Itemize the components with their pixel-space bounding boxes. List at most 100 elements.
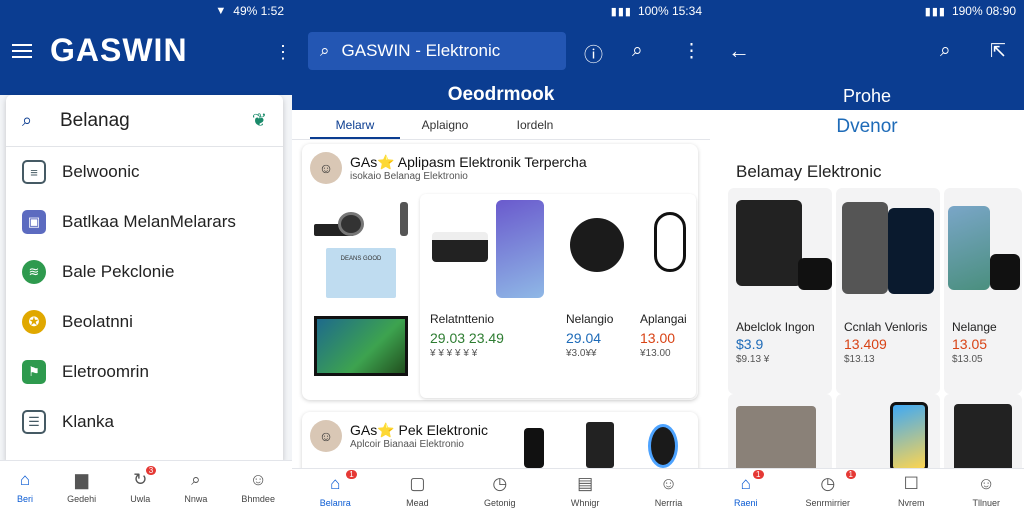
notification-badge: 1 [753, 469, 764, 479]
page-title: Prohe [842, 86, 892, 106]
nav-label: Getonig [483, 497, 516, 508]
spotify-icon: ≋ [22, 260, 46, 284]
product-card-5[interactable] [836, 394, 940, 474]
drawer-item-3[interactable]: ≋ Bale Pekclonie [6, 247, 283, 297]
product-item-3[interactable]: Aplangai 13.00 ¥13.00 [640, 312, 700, 359]
status-bar: ▼ 49% 1:52 [0, 0, 292, 22]
nav-clock[interactable]: ◷ 1 Senrmirrier [805, 469, 856, 508]
badge-icon: ✪ [22, 310, 46, 334]
product-price: 29.03 23.49 [430, 330, 504, 346]
product-card-6[interactable] [944, 394, 1022, 474]
nav-tablet[interactable]: ▢ Mead [406, 474, 429, 508]
camera-icon [314, 202, 409, 238]
nav-profile[interactable]: ☺ Bhmdee [241, 470, 275, 504]
store-card[interactable]: ☺ GAs⭐ Aplipasm Elektronik Terpercha iso… [302, 144, 698, 400]
product-price: $3.9 [736, 336, 764, 352]
nav-label: Beri [17, 493, 34, 504]
signal-icon: ▮▮▮ [610, 5, 632, 18]
search-icon: ⌕ [320, 41, 330, 60]
nav-home[interactable]: ⌂ Beri [17, 470, 33, 504]
back-arrow-icon[interactable]: ← [728, 38, 750, 64]
nav-profile[interactable]: ☺ Tllnuer [972, 474, 1000, 508]
home-icon: ⌂ [740, 473, 751, 493]
store-feed-screen: ▮▮▮ 100% 15:34 ⌕ GASWIN - Elektronic ⓘ ⌕ … [292, 0, 710, 512]
app-brand: GASWIN [50, 32, 188, 68]
search-text: GASWIN - Elektronic [341, 41, 501, 60]
search-icon[interactable]: ⌕ [940, 40, 951, 62]
share-icon[interactable]: ⇱ [990, 40, 1006, 63]
product-card-1[interactable]: Abelclok Ingon $3.9 $9.13 ¥ [728, 188, 832, 394]
user-icon: ☺ [977, 473, 995, 493]
nav-book[interactable]: ▤ Whnigr [571, 474, 600, 508]
phone-icon [842, 202, 888, 294]
more-options-icon[interactable]: ⋮ [682, 40, 701, 63]
phone-icon [890, 402, 928, 472]
menu-icon[interactable] [12, 44, 32, 58]
product-old-price: $13.05 [952, 354, 983, 365]
search-icon[interactable]: ⌕ [632, 40, 643, 62]
nav-refresh[interactable]: ↻ 3 Uwla [130, 465, 157, 504]
home-icon: ⌂ [19, 469, 31, 489]
list-icon: ☰ [22, 410, 46, 434]
product-item-1[interactable]: Relatnttenio 29.03 23.49 ¥ ¥ ¥ ¥ ¥ ¥ [430, 312, 522, 359]
avatar[interactable]: ☺ [310, 420, 342, 452]
tab-1[interactable]: Melarw [310, 110, 400, 139]
status-text: 49% 1:52 [233, 4, 284, 18]
app-bar: ▮▮▮ 100% 15:34 ⌕ GASWIN - Elektronic ⓘ ⌕ … [292, 0, 710, 110]
refresh-icon: ↻ [133, 469, 148, 489]
bag-icon: ▆ [75, 469, 89, 489]
phone-icon [496, 200, 544, 298]
nav-search[interactable]: ⌕ Nnwa [184, 470, 207, 504]
bottom-nav: ⌂ 1 Belanra ▢ Mead ◷ Getonig ▤ Whnigr ☺ Nerrri… [292, 468, 710, 512]
avatar[interactable]: ☺ [310, 152, 342, 184]
drawer-item-1[interactable]: ≡ Belwoonic [6, 147, 283, 197]
status-text: 100% 15:34 [637, 4, 702, 18]
phone-icon [888, 208, 934, 294]
smart-speaker-icon [736, 200, 802, 286]
product-name: Aplangai [640, 312, 687, 326]
tab-3[interactable]: Iordeln [490, 110, 580, 139]
phone-icon [948, 206, 990, 290]
camera-lens-icon [648, 424, 678, 468]
product-price: 13.05 [952, 336, 988, 352]
status-text: 190% 08:90 [951, 4, 1016, 18]
tab-2[interactable]: Aplaigno [400, 110, 490, 139]
tab-bar: Melarw Aplaigno Iordeln [292, 110, 710, 140]
info-icon[interactable]: ⓘ [584, 40, 603, 67]
drawer-item-6[interactable]: ☰ Klanka [6, 397, 283, 447]
drawer-item-label: Batlkaa MelanMelarars [62, 212, 236, 231]
nav-profile[interactable]: ☺ Nerrria [655, 474, 683, 508]
clock-icon: ◷ [492, 473, 508, 493]
drawer-item-label: Eletroomrin [62, 362, 149, 381]
product-row: Relatnttenio 29.03 23.49 ¥ ¥ ¥ ¥ ¥ ¥ Nel… [420, 194, 696, 398]
featured-products[interactable]: DEANS GOOD [306, 194, 416, 398]
drawer-item-2[interactable]: ▣ Batlkaa MelanMelarars [6, 197, 283, 247]
camera-icon [990, 254, 1020, 290]
search-icon: ⌕ [22, 110, 33, 130]
nav-bag[interactable]: ▆ Gedehi [67, 470, 96, 504]
router-icon [432, 232, 488, 262]
nav-label: Mead [406, 497, 429, 508]
speaker-icon [570, 218, 624, 272]
user-icon: ☺ [249, 469, 267, 489]
leaf-icon[interactable]: ❦ [252, 110, 267, 131]
nav-clock[interactable]: ◷ Getonig [484, 474, 516, 508]
nav-home[interactable]: ⌂ 1 Belanra [320, 469, 357, 508]
nav-label: Nerrria [654, 497, 683, 508]
status-bar: ▮▮▮ 100% 15:34 [292, 0, 710, 22]
card-header: ☺ GAs⭐ Pek Elektronic Aplcoir Bianaai El… [302, 412, 698, 460]
drawer-item-5[interactable]: ⚑ Eletroomrin [6, 347, 283, 397]
nav-chat[interactable]: ☐ Nvrem [898, 474, 925, 508]
product-list-screen: ▮▮▮ 190% 08:90 ← ⌕ ⇱ Prohe Dvenor Belamay… [710, 0, 1024, 512]
product-card-4[interactable] [728, 394, 832, 474]
navigation-drawer: ⌕ Belanag ❦ ≡ Belwoonic ▣ Batlkaa MelanMel… [6, 95, 283, 461]
camera-icon [798, 258, 832, 290]
nav-home[interactable]: ⌂ 1 Raeni [734, 469, 764, 508]
product-card-3[interactable]: Nelange 13.05 $13.05 [944, 188, 1022, 394]
drawer-search[interactable]: ⌕ Belanag ❦ [6, 95, 283, 147]
search-input[interactable]: ⌕ GASWIN - Elektronic [308, 32, 566, 70]
product-card-2[interactable]: Ccnlah Venloris 13.409 $13.13 [836, 188, 940, 394]
nav-label: Tllnuer [972, 497, 1000, 508]
drawer-item-4[interactable]: ✪ Beolatnni [6, 297, 283, 347]
more-options-icon[interactable]: ⋮ [274, 42, 292, 63]
